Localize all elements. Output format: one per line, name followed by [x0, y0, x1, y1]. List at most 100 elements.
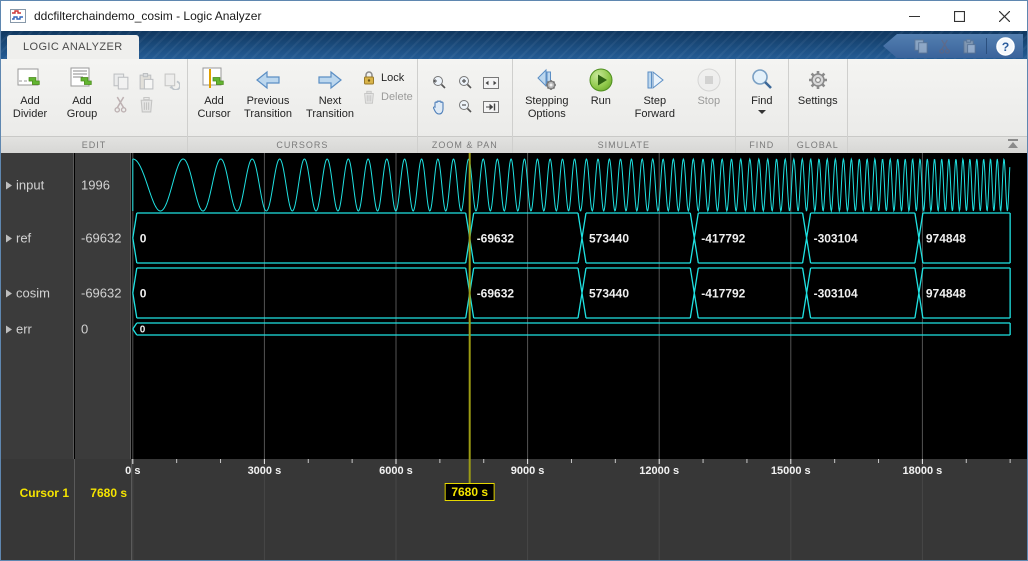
axis-tick-label: 3000 s	[248, 465, 282, 477]
add-cursor-icon	[200, 67, 228, 93]
find-button[interactable]: Find	[740, 64, 784, 114]
add-group-button[interactable]: Add Group	[57, 64, 107, 120]
zoom-in-icon	[456, 74, 474, 92]
signal-name-err[interactable]: err	[6, 322, 32, 337]
bus-value-label: -417792	[701, 231, 745, 245]
signal-value-column: 1996 -69632 -69632 0	[75, 153, 131, 459]
bus-value-label: 974848	[926, 286, 966, 300]
paste-icon[interactable]	[962, 39, 977, 54]
signal-name-column: input ref cosim err	[1, 153, 74, 459]
axis-tick-label: 0 s	[125, 465, 140, 477]
bus-value-label: 0	[140, 231, 147, 245]
expand-arrow-icon[interactable]	[6, 289, 12, 297]
settings-button[interactable]: Settings	[793, 64, 843, 108]
collapse-ribbon-icon	[1006, 139, 1020, 150]
signal-value-cosim: -69632	[81, 286, 121, 301]
section-zoom-pan: ZOOM & PAN	[418, 59, 513, 153]
zoom-out-button[interactable]	[452, 95, 478, 119]
add-cursor-button[interactable]: Add Cursor	[192, 64, 236, 120]
logic-analyzer-window: ddcfilterchaindemo_cosim - Logic Analyze…	[0, 0, 1028, 561]
paste-special-button[interactable]	[159, 70, 183, 92]
qat-separator	[986, 38, 987, 54]
section-label-simulate: SIMULATE	[513, 136, 735, 153]
section-label-zoom-pan: ZOOM & PAN	[418, 136, 512, 153]
delete-cursor-button[interactable]: Delete	[362, 89, 413, 105]
pan-button[interactable]	[426, 95, 452, 119]
zoom-in-x-button[interactable]	[426, 71, 452, 95]
signal-name-cosim[interactable]: cosim	[6, 286, 50, 301]
stepping-options-button[interactable]: Stepping Options	[517, 64, 577, 120]
close-icon	[999, 11, 1010, 22]
help-button[interactable]: ?	[996, 37, 1015, 56]
bus-value-label: -69632	[477, 231, 515, 245]
signal-value-input: 1996	[81, 178, 110, 193]
paste-button[interactable]	[134, 70, 158, 92]
expand-arrow-icon[interactable]	[6, 325, 12, 333]
app-icon	[10, 8, 26, 24]
bus-value-label: -69632	[477, 286, 515, 300]
tab-logic-analyzer[interactable]: LOGIC ANALYZER	[7, 35, 139, 59]
section-cursors: Add Cursor Previous Transition Next Tran…	[188, 59, 418, 153]
maximize-button[interactable]	[937, 1, 982, 31]
paste-special-icon	[163, 73, 180, 90]
cursor-name-readout: Cursor 1	[1, 486, 69, 500]
stop-icon	[696, 67, 722, 93]
signal-name-ref[interactable]: ref	[6, 231, 31, 246]
bus-value-label: 573440	[589, 286, 629, 300]
expand-arrow-icon[interactable]	[6, 181, 12, 189]
lock-cursor-button[interactable]: Lock	[362, 70, 413, 86]
bus-value-label: -417792	[701, 286, 745, 300]
cursor-time-flag[interactable]: 7680 s	[444, 483, 495, 501]
previous-transition-button[interactable]: Previous Transition	[238, 64, 298, 120]
axis-tick-label: 18000 s	[903, 465, 943, 477]
waveform-plot[interactable]: 0 -69632 573440 -417792 -303104 974848 0 -69632…	[131, 153, 1028, 459]
bus-value-label: -303104	[814, 231, 858, 245]
toolstrip-tab-band: LOGIC ANALYZER ?	[1, 31, 1027, 59]
signal-value-ref: -69632	[81, 231, 121, 246]
minimize-button[interactable]	[892, 1, 937, 31]
section-global: Settings GLOBAL	[789, 59, 848, 153]
fit-to-view-icon	[482, 74, 500, 92]
add-divider-button[interactable]: Add Divider	[5, 64, 55, 120]
add-group-icon	[68, 67, 96, 93]
step-forward-button[interactable]: Step Forward	[625, 64, 685, 120]
section-label-edit: EDIT	[1, 136, 187, 153]
bus-value-label: -303104	[814, 286, 858, 300]
close-button[interactable]	[982, 1, 1027, 31]
cut-icon[interactable]	[938, 39, 953, 54]
zoom-to-cursor-button[interactable]	[478, 95, 504, 119]
arrow-right-icon	[317, 69, 343, 91]
axis-tick-label: 9000 s	[511, 465, 545, 477]
bus-value-label: 974848	[926, 231, 966, 245]
fit-to-view-button[interactable]	[478, 71, 504, 95]
section-filler	[848, 59, 1027, 153]
stop-button[interactable]: Stop	[687, 64, 731, 108]
maximize-icon	[954, 11, 965, 22]
cut-button[interactable]	[109, 93, 133, 115]
collapse-ribbon-button[interactable]	[1005, 138, 1021, 151]
zoom-in-button[interactable]	[452, 71, 478, 95]
delete-button[interactable]	[134, 93, 158, 115]
zoom-out-icon	[456, 98, 474, 116]
copy-button[interactable]	[109, 70, 133, 92]
cut-icon	[113, 96, 130, 113]
signal-name-input[interactable]: input	[6, 178, 44, 193]
run-button[interactable]: Run	[579, 64, 623, 108]
bus-value-label: 0	[140, 286, 147, 300]
find-icon	[749, 67, 775, 93]
copy-icon[interactable]	[914, 39, 929, 54]
section-label-global: GLOBAL	[789, 136, 847, 153]
window-title: ddcfilterchaindemo_cosim - Logic Analyze…	[34, 9, 261, 23]
step-forward-icon	[642, 67, 668, 93]
signal-label: err	[16, 322, 32, 337]
next-transition-button[interactable]: Next Transition	[300, 64, 360, 120]
section-find: Find FIND	[736, 59, 789, 153]
time-axis-panel: 0 s3000 s6000 s9000 s12000 s15000 s18000…	[1, 459, 1027, 561]
signal-value-err: 0	[81, 322, 88, 337]
title-bar: ddcfilterchaindemo_cosim - Logic Analyze…	[1, 1, 1027, 31]
toolstrip-ribbon: Add Divider Add Group	[1, 59, 1027, 153]
axis-tick-label: 6000 s	[379, 465, 413, 477]
axis-tick-label: 12000 s	[639, 465, 679, 477]
signal-label: ref	[16, 231, 31, 246]
expand-arrow-icon[interactable]	[6, 234, 12, 242]
